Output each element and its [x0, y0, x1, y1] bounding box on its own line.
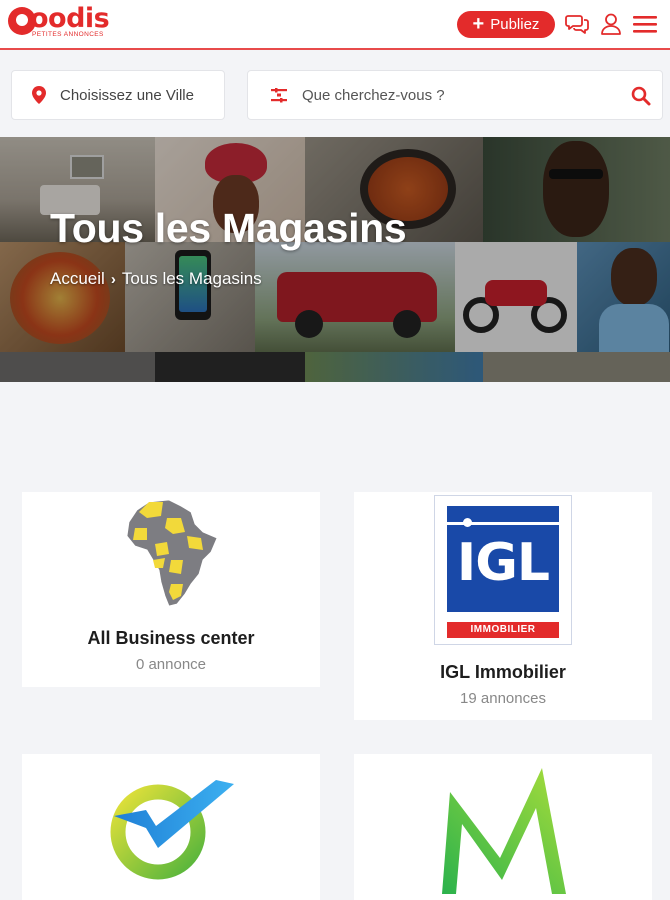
igl-logo-subtext: IMMOBILIER: [447, 622, 559, 638]
logo-tagline: PETITES ANNONCES: [32, 31, 104, 38]
search-icon[interactable]: [630, 85, 652, 107]
top-header: oodis PETITES ANNONCES + Publiez: [0, 0, 670, 50]
store-ad-count: 0 annonce: [135, 656, 207, 673]
search-bar: [247, 70, 663, 120]
store-card[interactable]: IGL IMMOBILIER IGL Immobilier 19 annonce…: [354, 492, 652, 720]
chevron-right-icon: ›: [110, 270, 116, 288]
store-ad-count: 19 annonces: [460, 690, 546, 707]
search-input[interactable]: [302, 86, 612, 104]
checkmark-circle-logo: [110, 780, 234, 880]
city-selector[interactable]: Choisissez une Ville: [11, 70, 225, 120]
page-title: Tous les Magasins: [50, 205, 407, 251]
publish-label: Publiez: [490, 16, 540, 33]
store-card[interactable]: [354, 754, 652, 900]
igl-logo: IGL IMMOBILIER: [434, 495, 572, 645]
chat-icon[interactable]: [565, 12, 591, 36]
banner-overlay: [0, 137, 670, 382]
publish-button[interactable]: + Publiez: [457, 11, 555, 38]
store-card[interactable]: All Business center 0 annonce: [22, 492, 320, 687]
africa-map-icon: [126, 499, 218, 607]
breadcrumb-current: Tous les Magasins: [121, 269, 262, 288]
store-name[interactable]: All Business center: [22, 628, 320, 649]
goodis-logo[interactable]: oodis PETITES ANNONCES: [8, 4, 123, 42]
breadcrumb: Accueil › Tous les Magasins: [50, 269, 262, 289]
user-icon[interactable]: [598, 12, 624, 36]
page-banner: [0, 137, 670, 382]
menu-icon[interactable]: [632, 12, 658, 36]
logo-wordmark: oodis: [30, 3, 110, 34]
green-m-logo: [442, 768, 566, 894]
igl-logo-text: IGL: [456, 533, 550, 593]
location-pin-icon: [32, 86, 46, 104]
city-selector-label: Choisissez une Ville: [60, 86, 194, 104]
store-name[interactable]: IGL Immobilier: [354, 662, 652, 683]
filter-sliders-icon[interactable]: [270, 87, 288, 103]
breadcrumb-home-link[interactable]: Accueil: [50, 269, 105, 289]
store-card[interactable]: [22, 754, 320, 900]
plus-icon: +: [472, 12, 485, 35]
